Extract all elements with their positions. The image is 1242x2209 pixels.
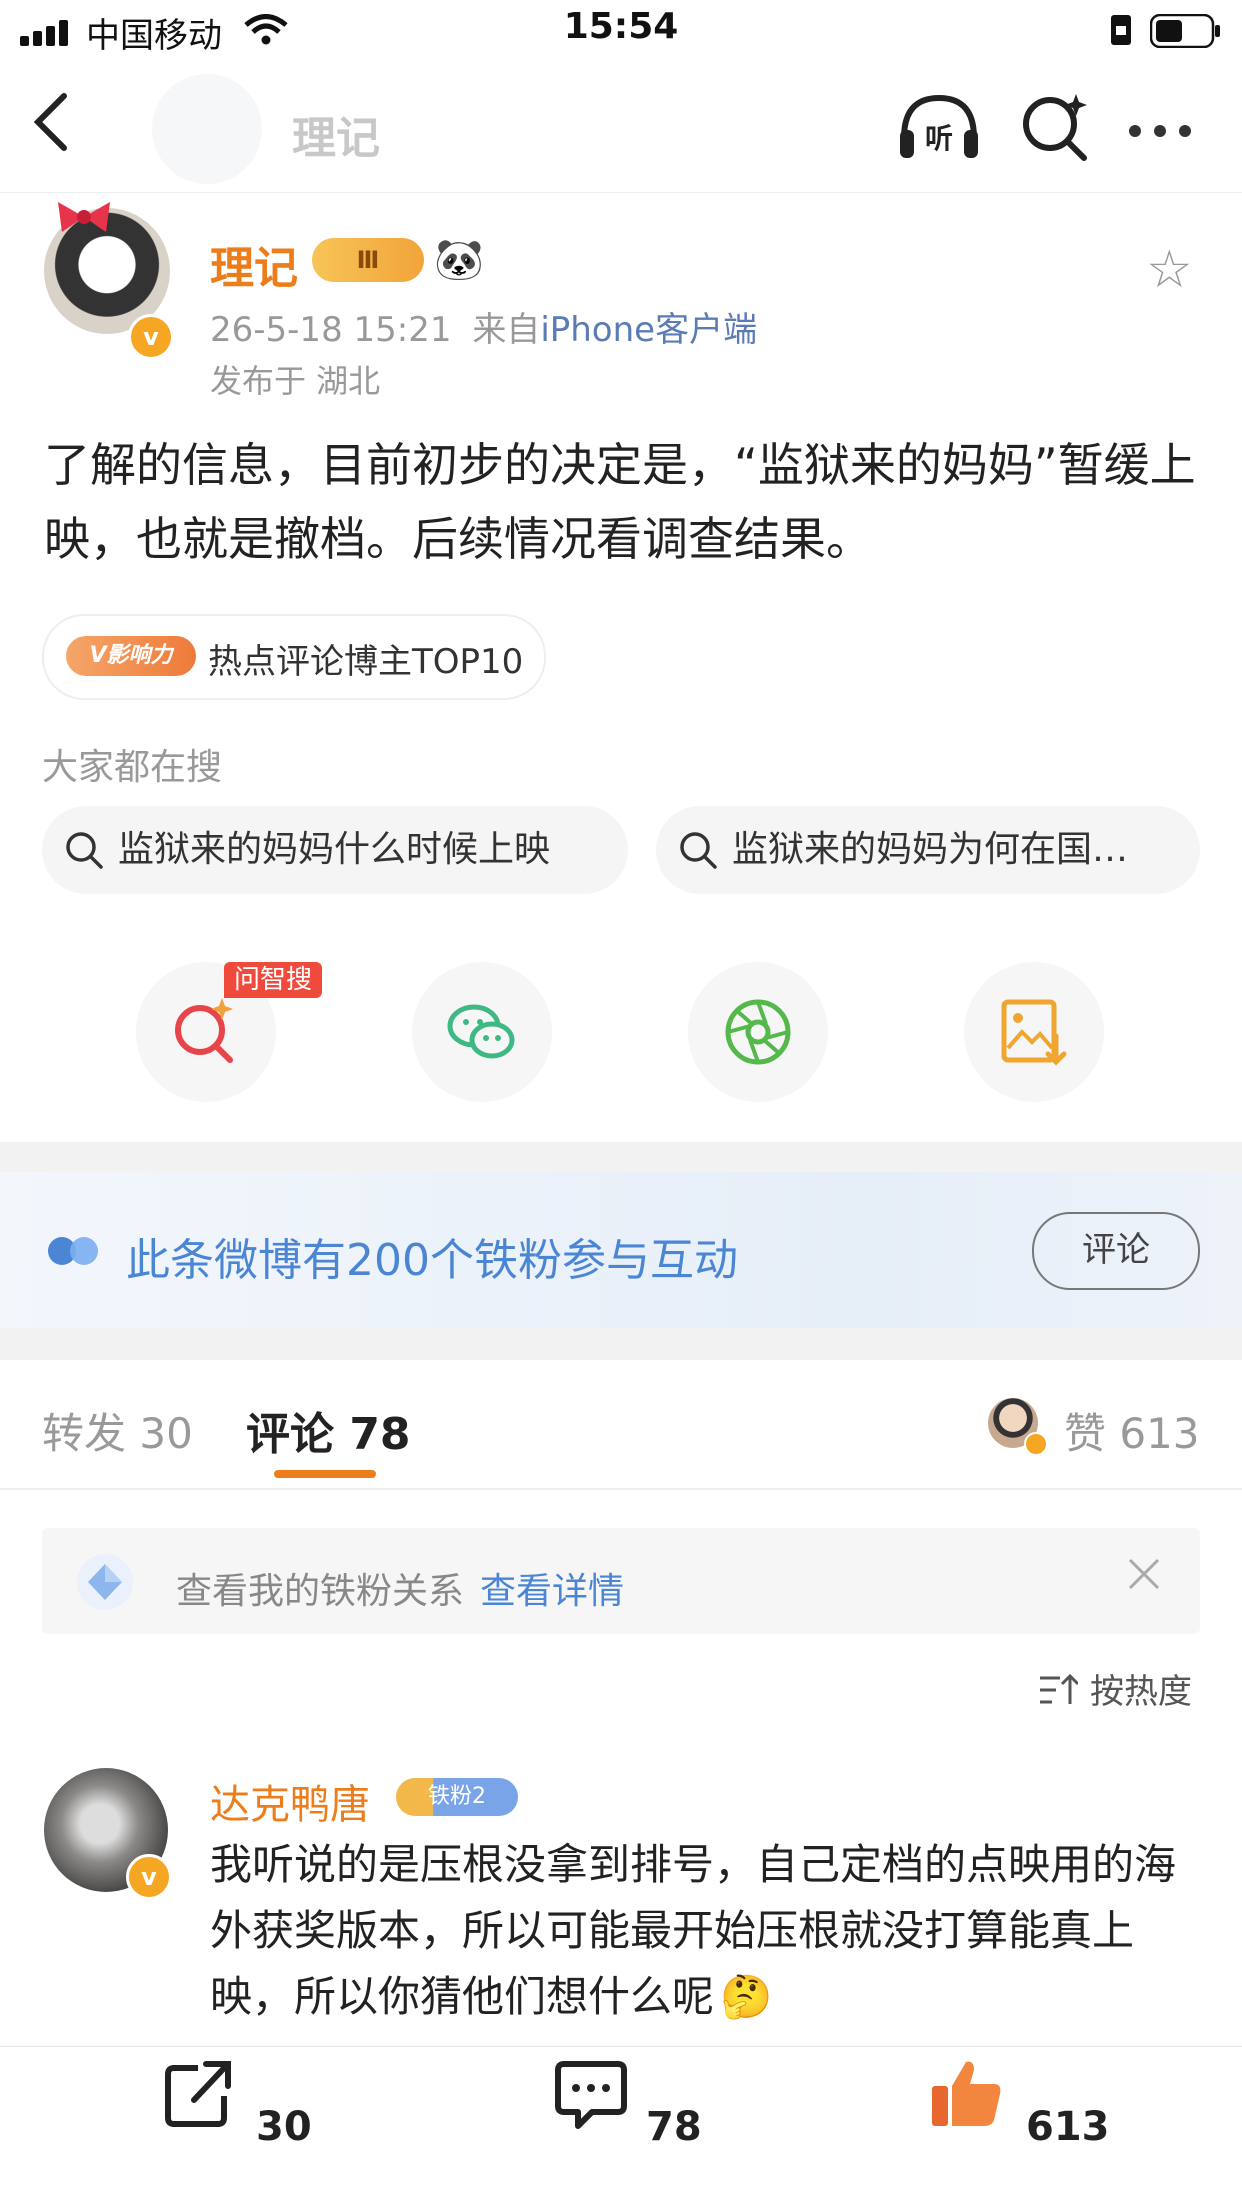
- chevron-left-icon: [33, 93, 67, 151]
- commenter-name[interactable]: 达克鸭唐: [210, 1772, 370, 1830]
- post-text: 了解的信息，目前初步的决定是，“监狱来的妈妈”暂缓上映，也就是撤档。后续情况看调…: [44, 438, 1196, 566]
- fans-icon: [48, 1237, 98, 1265]
- battery-icon: [1150, 14, 1220, 48]
- influence-tag[interactable]: V影响力 热点评论博主TOP10: [42, 614, 546, 700]
- comment-body: 我听说的是压根没拿到排号，自己定档的点映用的海外获奖版本，所以可能最开始压根就没…: [210, 1840, 1177, 2021]
- diamond-icon: [77, 1554, 133, 1610]
- influence-badge: V影响力: [66, 636, 196, 676]
- ai-search-icon: [175, 998, 233, 1063]
- comment-count: 78: [646, 2104, 702, 2150]
- tab-like[interactable]: 赞 613: [1064, 1400, 1200, 1461]
- section-gap: [0, 1328, 1242, 1360]
- more-button[interactable]: [1128, 112, 1192, 138]
- thumbs-up-icon: [932, 2061, 1001, 2126]
- search-suggestion-label: 监狱来的妈妈为何在国…: [732, 829, 1129, 870]
- ironfan-text: 查看我的铁粉关系: [176, 1571, 465, 1612]
- level-badge[interactable]: Ⅲ: [312, 238, 424, 282]
- trending-search-heading: 大家都在搜: [42, 747, 223, 788]
- search-suggestion-2[interactable]: 监狱来的妈妈为何在国…: [656, 806, 1200, 894]
- post-timestamp: 26-5-18 15:21: [210, 310, 452, 350]
- save-image-button[interactable]: [964, 962, 1104, 1102]
- clock: 15:54: [563, 6, 679, 47]
- section-gap: [0, 1142, 1242, 1172]
- influence-text: 热点评论博主TOP10: [208, 642, 524, 682]
- fans-banner-text: 此条微博有200个铁粉参与互动: [126, 1235, 738, 1286]
- like-button[interactable]: [928, 2054, 1006, 2132]
- moments-icon: [725, 999, 791, 1065]
- like-count: 613: [1026, 2104, 1110, 2150]
- bow-decoration: [58, 202, 110, 232]
- sort-button[interactable]: 按热度: [1090, 1664, 1192, 1713]
- status-bar: 中国移动 15:54: [0, 0, 1242, 64]
- svg-text:听: 听: [925, 122, 953, 155]
- wechat-share-button[interactable]: [412, 962, 552, 1102]
- search-suggestion-1[interactable]: 监狱来的妈妈什么时候上映: [42, 806, 628, 894]
- repost-icon: [165, 2061, 231, 2127]
- close-icon[interactable]: [1126, 1552, 1162, 1603]
- author-name[interactable]: 理记: [210, 232, 298, 296]
- ai-search-badge: 问智搜: [224, 962, 323, 998]
- tab-comment[interactable]: 评论 78: [246, 1398, 411, 1462]
- comment-button[interactable]: 评论: [1032, 1212, 1200, 1290]
- post-meta: 26-5-18 15:21 来自iPhone客户端: [210, 302, 757, 351]
- more-dots-icon: [1129, 125, 1191, 137]
- back-button[interactable]: [30, 92, 90, 162]
- comment-action-button[interactable]: [552, 2054, 630, 2132]
- search-icon[interactable]: [1020, 92, 1090, 162]
- image-download-icon: [1001, 999, 1067, 1066]
- verified-badge: v: [128, 314, 174, 360]
- wechat-icon: [447, 1004, 515, 1059]
- tabs-divider: [0, 1488, 1242, 1490]
- active-tab-indicator: [274, 1470, 376, 1478]
- moments-share-button[interactable]: [688, 962, 828, 1102]
- listen-button[interactable]: 听: [896, 92, 982, 162]
- search-suggestion-label: 监狱来的妈妈什么时候上映: [118, 829, 551, 870]
- from-label: 来自: [472, 310, 541, 350]
- panda-icon: 🐼: [434, 237, 484, 283]
- favorite-star-icon[interactable]: ☆: [1146, 240, 1193, 300]
- search-icon: [680, 832, 717, 869]
- search-icon: [66, 832, 103, 869]
- nav-divider: [0, 192, 1242, 193]
- repost-count: 30: [256, 2104, 312, 2150]
- nav-title: 理记: [292, 113, 380, 164]
- verified-badge: v: [126, 1854, 172, 1900]
- tab-repost[interactable]: 转发 30: [42, 1400, 193, 1461]
- orientation-lock-icon: [1111, 15, 1131, 45]
- ironfan-details-link[interactable]: 查看详情: [480, 1562, 624, 1614]
- comment-icon: [555, 2061, 627, 2129]
- nav-avatar[interactable]: [152, 74, 262, 184]
- thinking-emoji-icon: 🤔: [720, 1972, 773, 2021]
- verified-badge: [1024, 1432, 1048, 1456]
- comment-text: 我听说的是压根没拿到排号，自己定档的点映用的海外获奖版本，所以可能最开始压根就没…: [210, 1832, 1200, 2030]
- sort-icon: [1040, 1673, 1078, 1704]
- repost-button[interactable]: [160, 2054, 238, 2132]
- fan-level-badge: 铁粉2: [396, 1778, 518, 1816]
- post-location: 发布于 湖北: [210, 362, 381, 400]
- source-link[interactable]: iPhone客户端: [540, 310, 757, 350]
